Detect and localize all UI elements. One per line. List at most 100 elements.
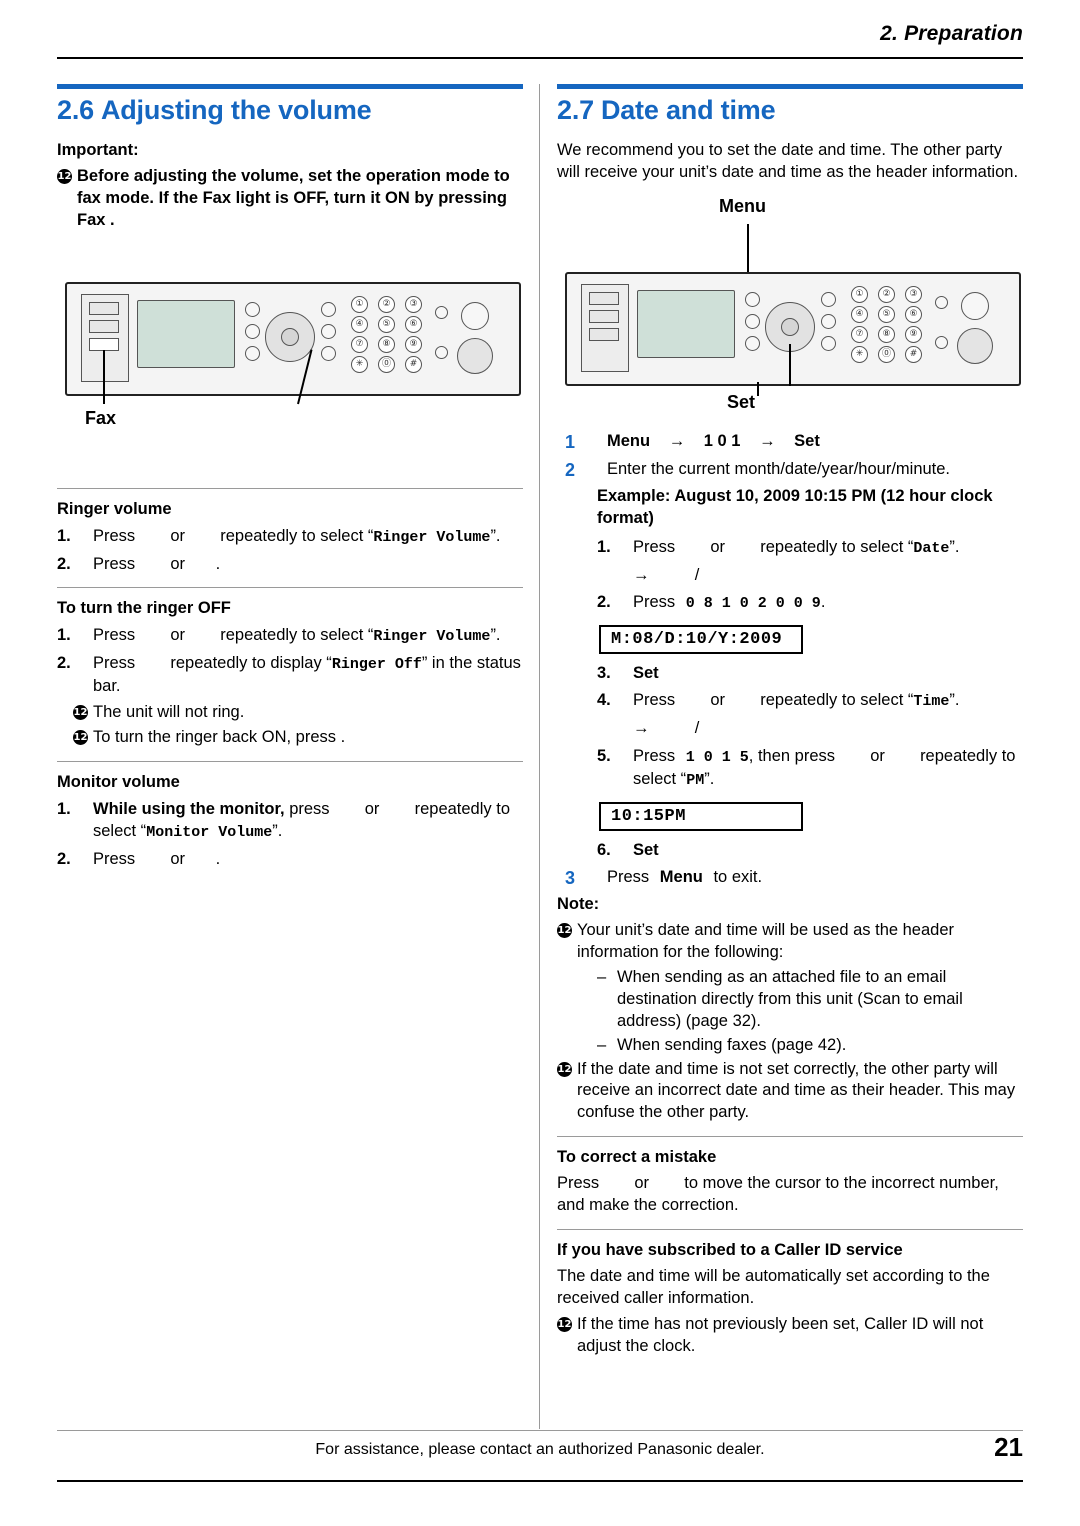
step-3: 3 Press Menu to exit. [557,866,1023,888]
note-text: When sending as an attached file to an e… [617,967,963,1030]
keypad-key-✳: ✳ [851,345,868,363]
ringer-off-note-2: 12 To turn the ringer back ON, press . [73,727,523,749]
key-placeholder-up[interactable] [140,527,166,542]
device-label-fax: Fax [85,407,117,428]
device-label-menu: Menu [719,195,766,216]
keypad-key-⑤: ⑤ [878,305,895,323]
bullet-icon: 12 [557,1316,572,1332]
footer-rule-bottom [57,1480,1023,1482]
step-or: or [710,537,726,556]
left-column: 2.6 Adjusting the volume Important: 12 Be… [57,84,523,875]
intro-paragraph: We recommend you to set the date and tim… [557,141,1019,181]
key-placeholder-down[interactable] [140,654,166,669]
key-placeholder-up[interactable] [680,538,706,553]
step-verb: Press [93,850,136,869]
step-number: 5. [597,746,611,765]
section-rule-left [57,84,523,89]
device-navigator-center [781,317,799,336]
substep-1: 1. Press or repeatedly to select “Date”. [597,536,1023,559]
set-key-label[interactable]: Set [633,841,659,859]
step-text: repeatedly to display “ [170,653,332,672]
key-placeholder-up[interactable] [840,747,866,762]
key-placeholder-down[interactable] [889,747,915,762]
set-key-label[interactable]: Set [633,664,659,682]
device-dot-7 [435,305,448,319]
step-verb: Press [607,867,650,886]
bullet-icon: 12 [557,922,572,938]
key-placeholder-down[interactable] [384,800,410,815]
example-text: Example: August 10, 2009 10:15 PM (12 ho… [597,487,993,528]
keypad-key-⑦: ⑦ [351,335,368,353]
step-number: 1. [57,526,71,545]
step-end: . [215,850,221,869]
step-or: or [170,526,186,545]
key-placeholder-down[interactable] [730,538,756,553]
step-number: 4. [597,691,611,710]
key-placeholder[interactable] [664,566,690,581]
step-number: 2 [565,459,576,480]
correct-mistake-heading: To correct a mistake [557,1148,717,1167]
device-start-button [457,337,493,374]
device-dot-7 [935,295,948,309]
callerid-heading: If you have subscribed to a Caller ID se… [557,1241,903,1260]
arrow-icon: → [759,431,776,450]
slash-separator: / [694,566,700,585]
section-heading-2-7: 2.7 Date and time [557,95,1023,126]
key-placeholder-left[interactable] [604,1174,630,1189]
keypad-key-⑨: ⑨ [405,335,422,353]
set-key-label[interactable]: Set [794,432,820,450]
step-number: 3. [597,664,611,683]
leader-line-set-1 [789,343,791,386]
keypad-key-⑧: ⑧ [878,325,895,343]
menu-key-label[interactable]: Menu [607,432,650,450]
device-label-set: Set [727,391,756,412]
digit-keys[interactable]: 0 8 1 0 2 0 0 9 [686,595,821,612]
step-verb: Press [633,593,676,612]
callerid-note: 12 If the time has not previously been s… [557,1314,1023,1358]
divider-2 [57,586,523,588]
device-dot-1 [745,291,760,307]
digit-keys[interactable]: 1 0 1 [704,432,741,450]
key-placeholder-down[interactable] [190,555,216,570]
step-text: Enter the current month/date/year/hour/m… [607,459,951,478]
key-placeholder-2[interactable] [704,566,730,581]
footer-text: For assistance, please contact an author… [315,1441,765,1458]
key-placeholder-up[interactable] [140,850,166,865]
keypad-key-⓪: ⓪ [378,355,395,373]
key-placeholder-down[interactable] [190,850,216,865]
note-1-dash-1: – When sending as an attached file to an… [593,967,1023,1033]
device-dot-8 [435,345,448,359]
key-placeholder-up[interactable] [140,626,166,641]
device-illustration-right: Menu ① ② ③ ④ ⑤ ⑥ ⑦ ⑧ ⑨ ✳ ⓪ # Set [557,196,1023,426]
page-number: 21 [994,1432,1023,1462]
step-verb: Press [633,746,676,765]
step-or: or [170,850,186,869]
key-placeholder-down[interactable] [730,691,756,706]
note-1-dash-2: – When sending faxes (page 42). [593,1035,1023,1057]
device-dot-9 [961,291,989,320]
keypad-key-✳: ✳ [351,355,368,373]
key-placeholder-right[interactable] [654,1174,680,1189]
key-placeholder[interactable] [664,719,690,734]
important-bullet: 12 Before adjusting the volume, set the … [57,166,523,232]
note-text: Your unit’s date and time will be used a… [577,920,955,961]
step-number: 1. [597,537,611,556]
ringer-off-step-1: 1. Press or repeatedly to select “Ringer… [57,624,523,647]
device-start-button [957,327,993,364]
keypad-key-⑧: ⑧ [378,335,395,353]
menu-key-label[interactable]: Menu [660,868,703,886]
key-placeholder-up[interactable] [680,691,706,706]
step-mono: Ringer Off [331,655,422,673]
note-text: When sending faxes (page 42). [617,1035,847,1054]
page-header: 2. Preparation [880,22,1023,45]
key-placeholder-up[interactable] [140,555,166,570]
digit-keys[interactable]: 1 0 1 5 [686,749,749,766]
key-placeholder-2[interactable] [704,719,730,734]
key-placeholder-down[interactable] [190,527,216,542]
key-placeholder-up[interactable] [334,800,360,815]
keypad-key-#: # [405,355,422,373]
callerid-text: The date and time will be automatically … [557,1267,990,1308]
key-placeholder-down[interactable] [190,626,216,641]
section-title: Date and time [600,95,776,125]
column-divider [539,84,540,1429]
